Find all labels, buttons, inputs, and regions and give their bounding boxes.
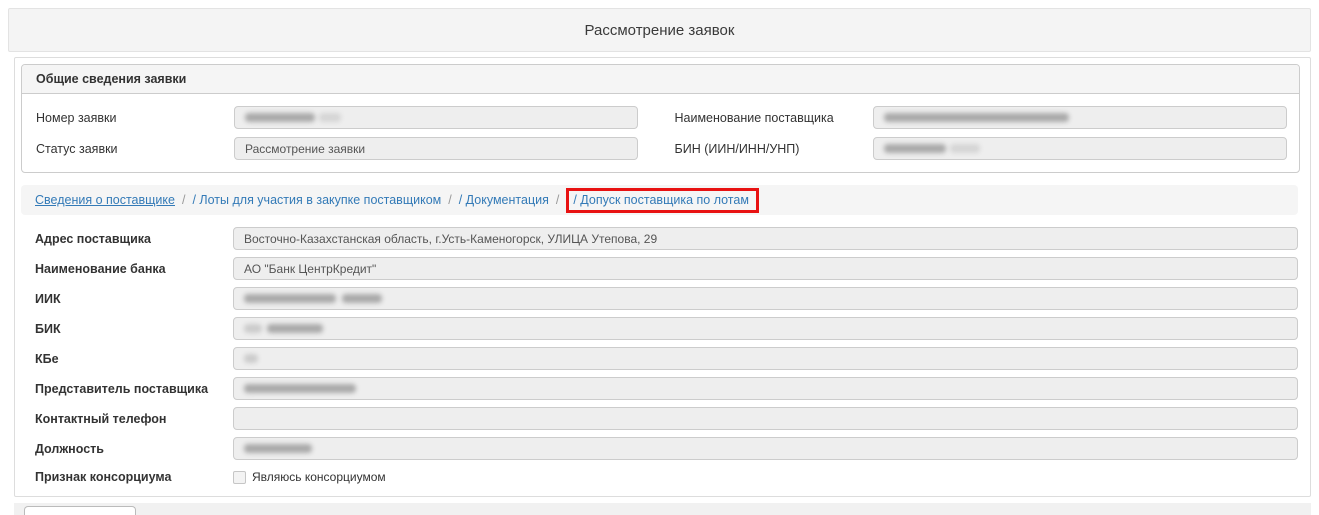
tab-supplier-info[interactable]: Сведения о поставщике bbox=[35, 193, 175, 207]
consortium-checkbox-label: Являюсь консорциумом bbox=[252, 470, 386, 484]
section-tabs-bar: Сведения о поставщике / / Лоты для участ… bbox=[21, 185, 1298, 215]
kbe-label: КБе bbox=[21, 352, 233, 366]
address-label: Адрес поставщика bbox=[21, 232, 233, 246]
redacted-value bbox=[244, 354, 258, 363]
redacted-value bbox=[319, 113, 341, 122]
supplier-name-field[interactable] bbox=[873, 106, 1288, 129]
bank-name-value: АО "Банк ЦентрКредит" bbox=[244, 262, 376, 276]
field-row-phone: Контактный телефон bbox=[21, 407, 1300, 430]
tab-separator: / bbox=[448, 193, 451, 207]
field-row-address: Адрес поставщика Восточно-Казахстанская … bbox=[21, 227, 1300, 250]
bin-label: БИН (ИИН/ИНН/УНП) bbox=[661, 142, 873, 156]
redacted-value bbox=[244, 324, 262, 333]
page-title-bar: Рассмотрение заявок bbox=[8, 8, 1311, 52]
bank-name-label: Наименование банка bbox=[21, 262, 233, 276]
general-info-body: Номер заявки Статус заявки Рассмотрение … bbox=[22, 94, 1299, 172]
field-row-request-number: Номер заявки bbox=[22, 106, 661, 129]
field-row-kbe: КБе bbox=[21, 347, 1300, 370]
request-number-label: Номер заявки bbox=[22, 111, 234, 125]
phone-label: Контактный телефон bbox=[21, 412, 233, 426]
field-row-representative: Представитель поставщика bbox=[21, 377, 1300, 400]
tab-lots[interactable]: / Лоты для участия в закупке поставщиком bbox=[192, 193, 441, 207]
request-status-value: Рассмотрение заявки bbox=[245, 142, 365, 156]
tab-documentation[interactable]: / Документация bbox=[459, 193, 549, 207]
supplier-name-label: Наименование поставщика bbox=[661, 111, 873, 125]
consortium-checkbox[interactable] bbox=[233, 471, 246, 484]
field-row-position: Должность bbox=[21, 437, 1300, 460]
representative-label: Представитель поставщика bbox=[21, 382, 233, 396]
redacted-value bbox=[244, 384, 356, 393]
field-row-bin: БИН (ИИН/ИНН/УНП) bbox=[661, 137, 1300, 160]
bank-name-field[interactable]: АО "Банк ЦентрКредит" bbox=[233, 257, 1298, 280]
bottom-section-strip bbox=[14, 503, 1311, 515]
redacted-value bbox=[244, 294, 336, 303]
partial-tab[interactable] bbox=[24, 506, 136, 515]
highlight-annotation-box: / Допуск поставщика по лотам bbox=[566, 188, 759, 213]
iik-label: ИИК bbox=[21, 292, 233, 306]
field-row-request-status: Статус заявки Рассмотрение заявки bbox=[22, 137, 661, 160]
kbe-field[interactable] bbox=[233, 347, 1298, 370]
representative-field[interactable] bbox=[233, 377, 1298, 400]
tab-separator: / bbox=[182, 193, 185, 207]
iik-field[interactable] bbox=[233, 287, 1298, 310]
page-title: Рассмотрение заявок bbox=[585, 22, 735, 39]
position-label: Должность bbox=[21, 442, 233, 456]
general-info-section-title: Общие сведения заявки bbox=[22, 65, 1299, 94]
field-row-iik: ИИК bbox=[21, 287, 1300, 310]
request-status-field[interactable]: Рассмотрение заявки bbox=[234, 137, 638, 160]
field-row-supplier-name: Наименование поставщика bbox=[661, 106, 1300, 129]
bik-field[interactable] bbox=[233, 317, 1298, 340]
redacted-value bbox=[244, 444, 312, 453]
bin-field[interactable] bbox=[873, 137, 1288, 160]
request-number-field[interactable] bbox=[234, 106, 638, 129]
redacted-value bbox=[884, 144, 946, 153]
redacted-value bbox=[884, 113, 1069, 122]
general-info-section: Общие сведения заявки Номер заявки Стату… bbox=[21, 64, 1300, 173]
address-field[interactable]: Восточно-Казахстанская область, г.Усть-К… bbox=[233, 227, 1298, 250]
main-panel: Общие сведения заявки Номер заявки Стату… bbox=[14, 57, 1311, 497]
redacted-value bbox=[245, 113, 315, 122]
field-row-consortium: Признак консорциума Являюсь консорциумом bbox=[21, 470, 1300, 484]
position-field[interactable] bbox=[233, 437, 1298, 460]
phone-field[interactable] bbox=[233, 407, 1298, 430]
request-status-label: Статус заявки bbox=[22, 142, 234, 156]
redacted-value bbox=[267, 324, 323, 333]
supplier-details-form: Адрес поставщика Восточно-Казахстанская … bbox=[21, 215, 1300, 484]
bik-label: БИК bbox=[21, 322, 233, 336]
tab-supplier-admission-by-lots[interactable]: / Допуск поставщика по лотам bbox=[573, 193, 749, 207]
redacted-value bbox=[342, 294, 382, 303]
redacted-value bbox=[950, 144, 980, 153]
consortium-label: Признак консорциума bbox=[21, 470, 233, 484]
field-row-bik: БИК bbox=[21, 317, 1300, 340]
field-row-bank-name: Наименование банка АО "Банк ЦентрКредит" bbox=[21, 257, 1300, 280]
address-value: Восточно-Казахстанская область, г.Усть-К… bbox=[244, 232, 657, 246]
tab-separator: / bbox=[556, 193, 559, 207]
